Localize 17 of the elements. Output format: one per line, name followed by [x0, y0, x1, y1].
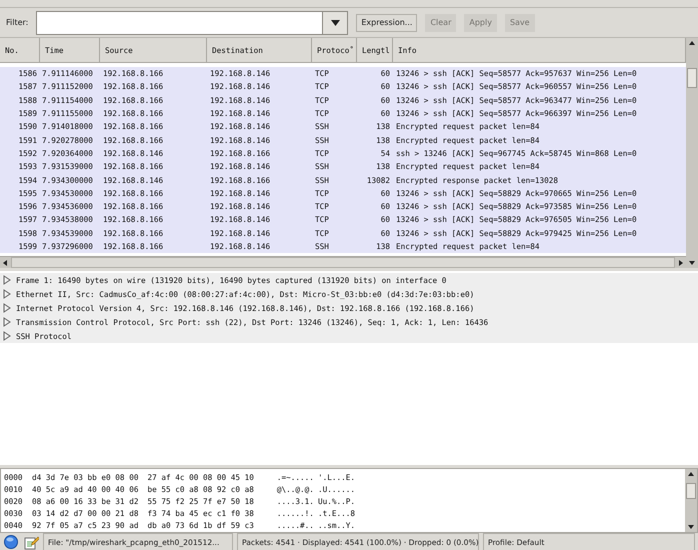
- filter-label: Filter:: [6, 18, 28, 27]
- notepad-pencil-icon[interactable]: [23, 534, 39, 550]
- horizontal-scrollbar[interactable]: [0, 256, 686, 268]
- scrollbar-thumb[interactable]: [687, 68, 697, 88]
- vertical-scrollbar[interactable]: [685, 469, 697, 532]
- collapsed-triangle-icon[interactable]: [3, 331, 11, 341]
- collapsed-triangle-icon[interactable]: [3, 289, 11, 299]
- collapsed-triangle-icon[interactable]: [3, 303, 11, 313]
- status-circle-icon[interactable]: [3, 534, 19, 550]
- dropdown-button[interactable]: [322, 12, 348, 34]
- vertical-scrollbar[interactable]: [686, 38, 698, 268]
- filter-button[interactable]: Expression...: [356, 14, 418, 32]
- collapsed-triangle-icon[interactable]: [3, 275, 11, 285]
- caret-icon: [330, 20, 340, 26]
- scrollbar-thumb[interactable]: [686, 483, 696, 499]
- filter-field[interactable]: [36, 10, 348, 34]
- collapsed-triangle-icon[interactable]: [3, 317, 11, 327]
